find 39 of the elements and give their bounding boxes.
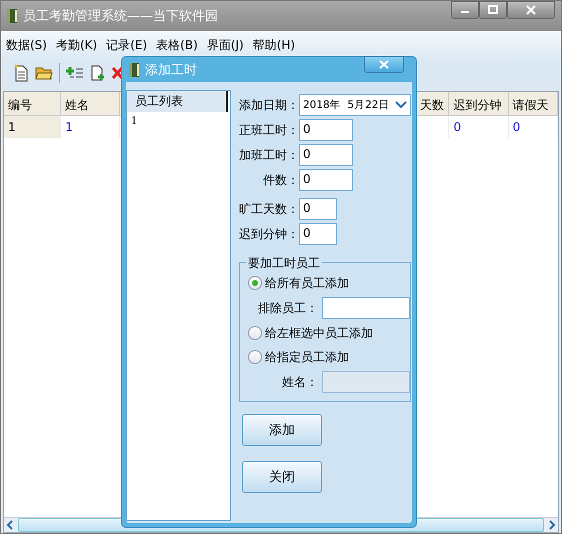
field-label: 件数： [262, 172, 299, 188]
field-label: 迟到分钟： [239, 226, 299, 242]
menu-item[interactable]: 表格(B) [156, 36, 198, 54]
menu-item[interactable]: 界面(J) [206, 36, 244, 54]
dialog-button[interactable]: 关闭 [242, 461, 322, 493]
radio-option[interactable]: 给所有员工添加 [248, 273, 410, 293]
dialog-button[interactable]: 添加 [242, 414, 322, 446]
menu-item[interactable]: 帮助(H) [252, 36, 296, 54]
date-picker[interactable]: 2018年 5月22日 [299, 94, 411, 116]
window-title: 员工考勤管理系统——当下软件园 [23, 8, 218, 25]
input-field[interactable]: 0 [299, 198, 337, 220]
input-field[interactable]: 0 [299, 169, 353, 191]
input-field[interactable]: 0 [299, 144, 353, 166]
table-cell: 0 [453, 120, 462, 134]
menu-item[interactable]: 考勤(K) [56, 36, 98, 54]
field-label: 正班工时： [239, 122, 299, 138]
column-header[interactable]: 天数 [420, 98, 444, 112]
dialog-title: 添加工时 [145, 62, 197, 78]
table-cell: 1 [8, 120, 16, 134]
menu-item[interactable]: 记录(E) [106, 36, 148, 54]
column-header[interactable]: 编号 [8, 98, 32, 112]
list-header[interactable]: 员工列表 [127, 91, 228, 112]
radio-option[interactable]: 给指定员工添加 [248, 347, 410, 367]
menu-item[interactable]: 数据(S) [6, 36, 47, 54]
field-label: 添加日期： [239, 96, 299, 114]
radio-option[interactable]: 给左框选中员工添加 [248, 323, 410, 343]
input-field[interactable]: 0 [299, 119, 353, 141]
input-field[interactable]: 0 [299, 223, 337, 245]
field-label: 旷工天数： [239, 200, 299, 218]
group-title: 要加工时员工 [246, 255, 322, 272]
field-label: 加班工时： [239, 146, 299, 164]
table-cell: 0 [512, 120, 520, 134]
list-item[interactable]: 1 [127, 112, 230, 129]
column-header[interactable]: 姓名 [65, 98, 90, 112]
column-header[interactable]: 迟到分钟 [453, 98, 502, 112]
field-label: 排除员工： [258, 300, 318, 316]
field-label: 姓名： [281, 374, 318, 390]
column-header[interactable]: 请假天 [512, 98, 549, 112]
table-cell: 1 [65, 120, 73, 134]
